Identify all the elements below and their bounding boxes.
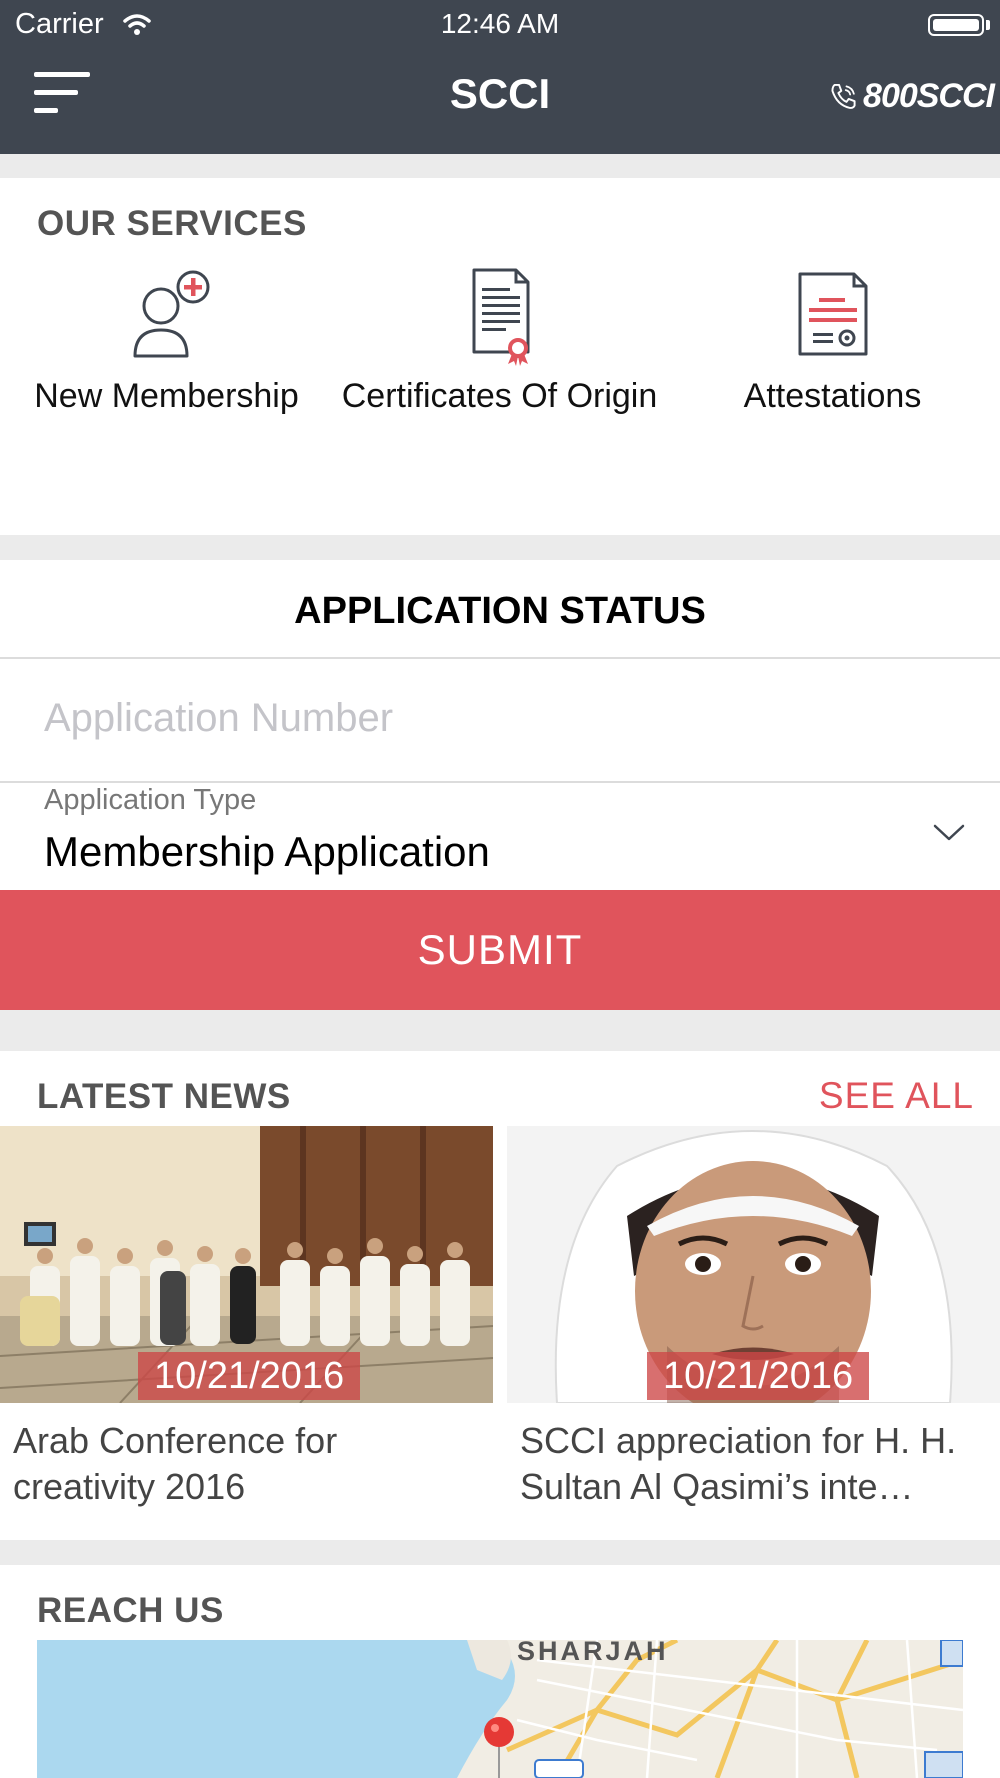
certificate-icon (472, 268, 529, 366)
submit-button[interactable]: SUBMIT (0, 890, 1000, 1010)
battery-tip (986, 20, 990, 30)
news-item[interactable]: 10/21/2016 SCCI appreciation for H. H. S… (507, 1126, 1000, 1540)
services-title: OUR SERVICES (37, 204, 307, 243)
app-header: Carrier 12:46 AM SCCI 800SCCI (0, 0, 1000, 154)
services-card: OUR SERVICES New Membership Certificates… (0, 178, 1000, 535)
application-status-title: APPLICATION STATUS (294, 590, 706, 632)
news-date-badge: 10/21/2016 (647, 1352, 870, 1400)
divider (0, 781, 1000, 783)
service-attestations[interactable]: Attestations (666, 266, 999, 418)
user-add-icon (133, 270, 209, 358)
application-number-input[interactable] (44, 660, 944, 776)
map-city-label: SHARJAH (517, 1640, 669, 1666)
battery-icon (928, 14, 984, 36)
service-new-membership[interactable]: New Membership (0, 266, 333, 418)
news-card: LATEST NEWS SEE ALL 10/21/2016 Arab Conf… (0, 1051, 1000, 1540)
service-label: Attestations (743, 377, 922, 415)
news-caption: SCCI appreciation for H. H. Sultan Al Qa… (520, 1420, 957, 1507)
news-caption: Arab Conference for creativity 2016 (13, 1420, 338, 1507)
news-title: LATEST NEWS (37, 1077, 291, 1116)
reach-us-title: REACH US (37, 1591, 224, 1630)
divider (0, 657, 1000, 659)
reach-us-card: REACH US SHARJAH (0, 1565, 1000, 1778)
see-all-link[interactable]: SEE ALL (819, 1075, 974, 1117)
status-bar: Carrier 12:46 AM (0, 0, 1000, 50)
location-map[interactable]: SHARJAH (37, 1640, 963, 1778)
application-type-select[interactable]: Membership Application (44, 828, 490, 876)
status-time: 12:46 AM (440, 8, 560, 39)
attestation-document-icon (798, 272, 867, 356)
service-label: Certificates Of Origin (341, 377, 658, 415)
phone-icon (831, 83, 856, 109)
news-date-badge: 10/21/2016 (138, 1352, 361, 1400)
application-type-label: Application Type (44, 784, 257, 816)
hotline-number: 800SCCI (863, 76, 995, 115)
service-certificates-of-origin[interactable]: Certificates Of Origin (333, 266, 666, 418)
hotline-button[interactable]: 800SCCI (828, 74, 995, 118)
chevron-down-icon[interactable] (932, 822, 966, 844)
news-item[interactable]: 10/21/2016 Arab Conference for creativit… (0, 1126, 493, 1540)
service-label: New Membership (34, 377, 299, 415)
